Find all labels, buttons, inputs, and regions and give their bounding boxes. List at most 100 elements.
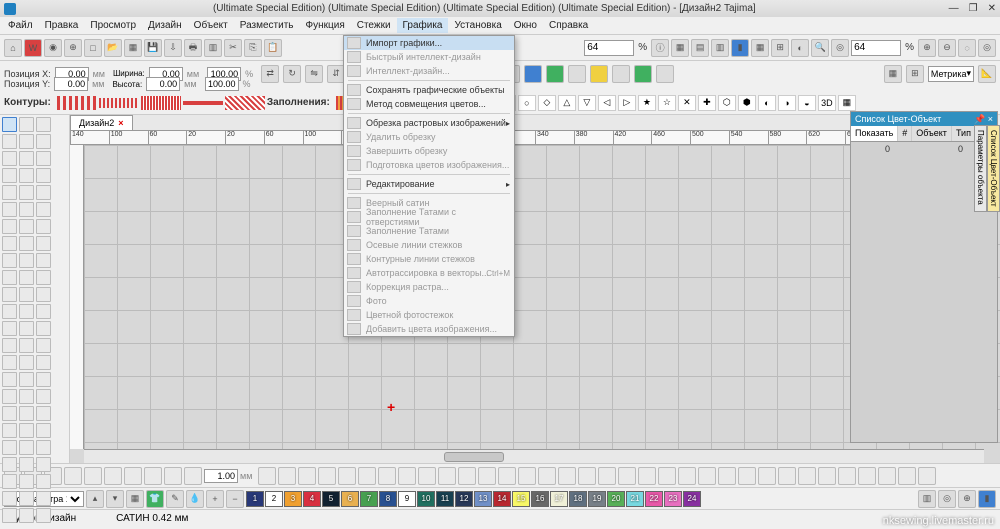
st12-icon[interactable] bbox=[656, 65, 674, 83]
tool-66[interactable] bbox=[2, 491, 17, 506]
view1-icon[interactable]: ▦ bbox=[671, 39, 689, 57]
bottom-tool-33[interactable] bbox=[718, 467, 736, 485]
st7-icon[interactable] bbox=[546, 65, 564, 83]
tool-70[interactable] bbox=[19, 508, 34, 523]
bottom-tool-7[interactable] bbox=[144, 467, 162, 485]
bottom-tool-17[interactable] bbox=[398, 467, 416, 485]
bottom-tool-25[interactable] bbox=[558, 467, 576, 485]
bottom-tool-21[interactable] bbox=[478, 467, 496, 485]
st8-icon[interactable] bbox=[568, 65, 586, 83]
flip-h-icon[interactable]: ⇋ bbox=[305, 65, 323, 83]
color-swatch-3[interactable]: 3 bbox=[284, 491, 302, 507]
fill-pattern-7[interactable]: ○ bbox=[518, 95, 536, 111]
bottom-tool-28[interactable] bbox=[618, 467, 636, 485]
bottom-tool-32[interactable] bbox=[698, 467, 716, 485]
color-swatch-13[interactable]: 13 bbox=[474, 491, 492, 507]
bottom-tool-14[interactable] bbox=[338, 467, 356, 485]
fill-pattern-13[interactable]: ★ bbox=[638, 95, 656, 111]
tool-30[interactable] bbox=[2, 287, 17, 302]
panel-pin-icon[interactable]: 📌 bbox=[974, 114, 985, 124]
panel-col-0[interactable]: Показать bbox=[851, 126, 898, 141]
horizontal-scrollbar[interactable] bbox=[84, 449, 984, 463]
color-swatch-5[interactable]: 5 bbox=[322, 491, 340, 507]
color-swatch-19[interactable]: 19 bbox=[588, 491, 606, 507]
tool-45[interactable] bbox=[2, 372, 17, 387]
tool-68[interactable] bbox=[36, 491, 51, 506]
zoom-fit-icon[interactable]: ◎ bbox=[831, 39, 849, 57]
bottom-tool-13[interactable] bbox=[318, 467, 336, 485]
tool-19[interactable] bbox=[19, 219, 34, 234]
tool-53[interactable] bbox=[36, 406, 51, 421]
menu-item-0[interactable]: Импорт графики... bbox=[344, 36, 514, 50]
palette-tool1-icon[interactable]: ▦ bbox=[126, 490, 144, 508]
color-swatch-2[interactable]: 2 bbox=[265, 491, 283, 507]
tool-32[interactable] bbox=[36, 287, 51, 302]
color-swatch-4[interactable]: 4 bbox=[303, 491, 321, 507]
bottom-tool-30[interactable] bbox=[658, 467, 676, 485]
tool-0[interactable] bbox=[2, 117, 17, 132]
fill-pattern-16[interactable]: ✚ bbox=[698, 95, 716, 111]
info-icon[interactable]: ⓘ bbox=[651, 39, 669, 57]
tool-3[interactable] bbox=[2, 134, 17, 149]
tool-49[interactable] bbox=[19, 389, 34, 404]
palette-remove-icon[interactable]: − bbox=[226, 490, 244, 508]
tool-38[interactable] bbox=[36, 321, 51, 336]
bottom-tool-23[interactable] bbox=[518, 467, 536, 485]
bottom-tool-22[interactable] bbox=[498, 467, 516, 485]
fill-pattern-18[interactable]: ⬢ bbox=[738, 95, 756, 111]
zoom1-icon[interactable]: ◌ bbox=[958, 39, 976, 57]
tool-24[interactable] bbox=[2, 253, 17, 268]
document-tab[interactable]: Дизайн2 × bbox=[70, 115, 133, 130]
bottom-tool-42[interactable] bbox=[898, 467, 916, 485]
palette-tshirt-icon[interactable]: 👕 bbox=[146, 490, 164, 508]
panel-close-icon[interactable]: × bbox=[988, 114, 993, 124]
tool-26[interactable] bbox=[36, 253, 51, 268]
tool-41[interactable] bbox=[36, 338, 51, 353]
tool-43[interactable] bbox=[19, 355, 34, 370]
tool-21[interactable] bbox=[2, 236, 17, 251]
paste-icon[interactable]: 📋 bbox=[264, 39, 282, 57]
rotate-icon[interactable]: ↻ bbox=[283, 65, 301, 83]
color-swatch-12[interactable]: 12 bbox=[455, 491, 473, 507]
tool-71[interactable] bbox=[36, 508, 51, 523]
panel-col-1[interactable]: # bbox=[898, 126, 912, 141]
menu-окно[interactable]: Окно bbox=[508, 18, 543, 33]
color-swatch-14[interactable]: 14 bbox=[493, 491, 511, 507]
tool-20[interactable] bbox=[36, 219, 51, 234]
palette-brush-icon[interactable]: ✎ bbox=[166, 490, 184, 508]
measure-icon[interactable]: 📐 bbox=[978, 65, 996, 83]
tool-2[interactable] bbox=[36, 117, 51, 132]
tool-39[interactable] bbox=[2, 338, 17, 353]
color-swatch-24[interactable]: 24 bbox=[683, 491, 701, 507]
menu-item-4[interactable]: Сохранять графические объекты bbox=[344, 83, 514, 97]
tool-67[interactable] bbox=[19, 491, 34, 506]
zoom-combo[interactable] bbox=[584, 40, 634, 56]
menu-item-7[interactable]: Обрезка растровых изображений▸ bbox=[344, 116, 514, 130]
view3-icon[interactable]: ▥ bbox=[711, 39, 729, 57]
menu-стежки[interactable]: Стежки bbox=[351, 18, 397, 33]
color-swatch-9[interactable]: 9 bbox=[398, 491, 416, 507]
tool-34[interactable] bbox=[19, 304, 34, 319]
bottom-tool-35[interactable] bbox=[758, 467, 776, 485]
contour-dashed-icon[interactable] bbox=[57, 96, 97, 110]
panel-col-2[interactable]: Объект bbox=[912, 126, 952, 141]
tool-40[interactable] bbox=[19, 338, 34, 353]
tool-25[interactable] bbox=[19, 253, 34, 268]
tool-22[interactable] bbox=[19, 236, 34, 251]
contour-zigzag-icon[interactable] bbox=[141, 96, 181, 110]
grid-icon[interactable]: ▦ bbox=[751, 39, 769, 57]
minimize-button[interactable]: — bbox=[949, 3, 959, 14]
tool-17[interactable] bbox=[36, 202, 51, 217]
new-icon[interactable]: □ bbox=[84, 39, 102, 57]
snap-icon[interactable]: ⊞ bbox=[906, 65, 924, 83]
tool-18[interactable] bbox=[2, 219, 17, 234]
cut-icon[interactable]: ✂ bbox=[224, 39, 242, 57]
tool-29[interactable] bbox=[36, 270, 51, 285]
tool-48[interactable] bbox=[2, 389, 17, 404]
print-icon[interactable]: 🖶 bbox=[184, 39, 202, 57]
tool-59[interactable] bbox=[36, 440, 51, 455]
palette-add-icon[interactable]: + bbox=[206, 490, 224, 508]
side-tab-color-object[interactable]: Список Цвет-Объект bbox=[987, 125, 1000, 212]
brand-icon[interactable]: W bbox=[24, 39, 42, 57]
copy-icon[interactable]: ⎘ bbox=[244, 39, 262, 57]
